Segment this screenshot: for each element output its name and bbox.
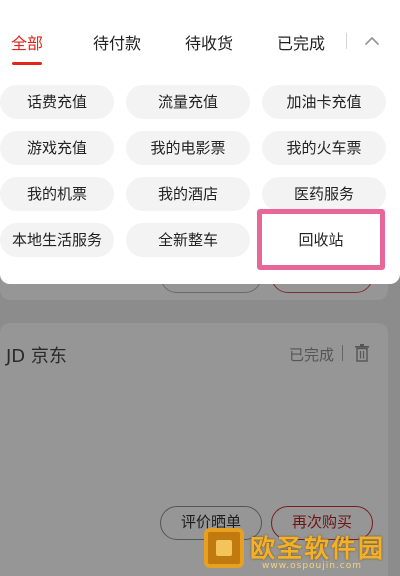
filter-recycle-bin[interactable]: 回收站 bbox=[262, 223, 380, 257]
filter-new-cars[interactable]: 全新整车 bbox=[126, 223, 250, 257]
filter-medical-services[interactable]: 医药服务 bbox=[262, 177, 386, 211]
filter-hotels[interactable]: 我的酒店 bbox=[126, 177, 250, 211]
filter-train-tickets[interactable]: 我的火车票 bbox=[262, 131, 386, 165]
watermark-logo bbox=[204, 528, 244, 568]
filter-data-recharge[interactable]: 流量充值 bbox=[126, 85, 250, 119]
filter-local-life-services[interactable]: 本地生活服务 bbox=[0, 223, 114, 257]
status-divider bbox=[342, 345, 343, 361]
watermark-url: www.ospoujin.com bbox=[262, 561, 363, 571]
chevron-up-icon bbox=[365, 37, 379, 45]
order-status: 已完成 bbox=[288, 346, 334, 364]
tab-all[interactable]: 全部 bbox=[11, 30, 43, 54]
order-filter-panel: 全部 待付款 待收货 已完成 话费充值 流量充值 加油卡充值 游戏充值 我的电影… bbox=[0, 0, 400, 284]
trash-icon[interactable] bbox=[354, 344, 370, 362]
active-tab-indicator bbox=[12, 62, 42, 65]
watermark-text: 欧圣软件园 bbox=[250, 534, 386, 563]
order-tabs: 全部 待付款 待收货 已完成 bbox=[0, 0, 400, 72]
collapse-button[interactable] bbox=[360, 30, 384, 52]
tab-completed[interactable]: 已完成 bbox=[277, 30, 325, 54]
filter-phone-recharge[interactable]: 话费充值 bbox=[0, 85, 114, 119]
watermark: 欧圣软件园 www.ospoujin.com bbox=[200, 526, 400, 576]
filter-air-tickets[interactable]: 我的机票 bbox=[0, 177, 114, 211]
tab-separator bbox=[346, 33, 347, 49]
filter-game-recharge[interactable]: 游戏充值 bbox=[0, 131, 114, 165]
store-name: JD 京东 bbox=[6, 346, 67, 367]
filter-movie-tickets[interactable]: 我的电影票 bbox=[126, 131, 250, 165]
tab-pending-payment[interactable]: 待付款 bbox=[93, 30, 141, 54]
filter-fuel-card-recharge[interactable]: 加油卡充值 bbox=[262, 85, 386, 119]
tab-pending-receipt[interactable]: 待收货 bbox=[185, 30, 233, 54]
